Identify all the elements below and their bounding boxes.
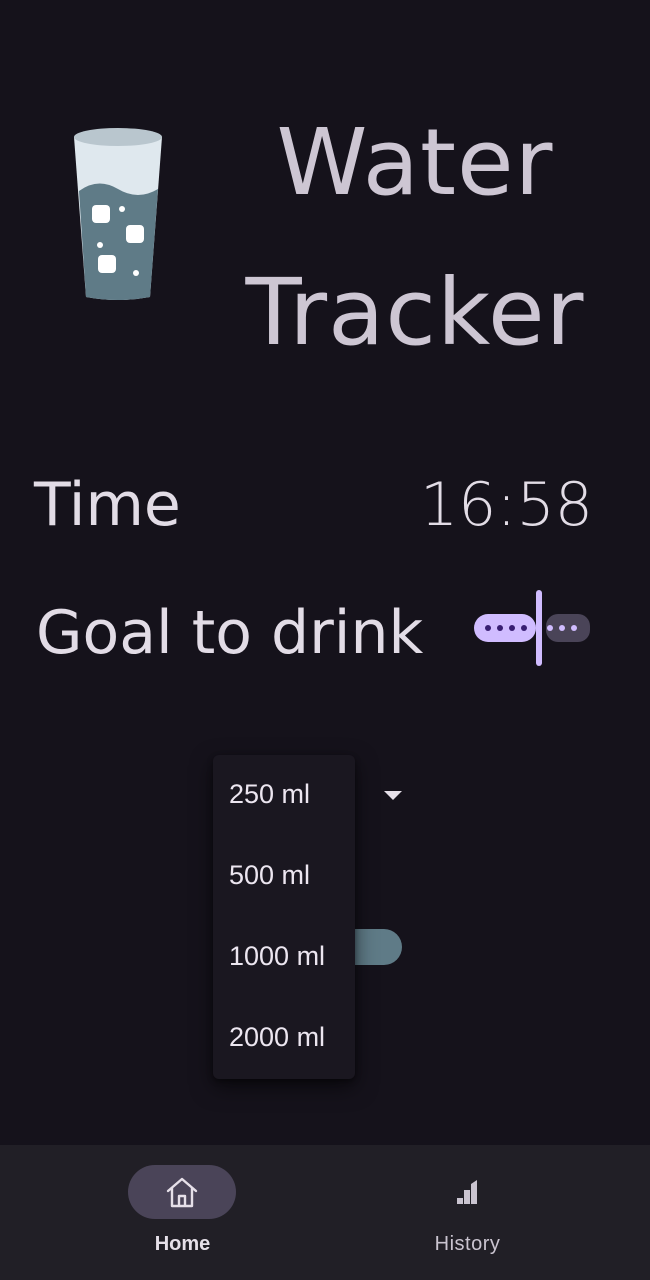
app-title-line2: Tracker: [245, 259, 585, 366]
goal-label: Goal to drink: [36, 598, 424, 668]
bottom-navigation: Home History: [0, 1145, 650, 1280]
menu-item-500[interactable]: 500 ml: [229, 860, 310, 891]
nav-item-home[interactable]: Home: [20, 1145, 345, 1280]
home-icon: [166, 1177, 198, 1208]
screen: Water Tracker Time 16:58 Goal to drink 2…: [0, 0, 650, 1280]
app-title: Water Tracker: [205, 88, 625, 388]
app-title-line1: Water: [276, 109, 554, 216]
slider-icon[interactable]: [470, 590, 594, 666]
nav-label-home: Home: [154, 1233, 211, 1255]
menu-item-250[interactable]: 250 ml: [229, 779, 310, 810]
water-glass-icon: [74, 128, 162, 300]
time-label: Time: [34, 470, 181, 540]
signal-bars-icon: [457, 1180, 477, 1204]
nav-item-history[interactable]: History: [305, 1145, 630, 1280]
time-value: 16:58: [420, 470, 593, 540]
menu-item-1000[interactable]: 1000 ml: [229, 941, 325, 972]
chevron-down-icon[interactable]: [384, 791, 402, 800]
nav-label-history: History: [434, 1233, 501, 1255]
amount-dropdown-menu: 250 ml 500 ml 1000 ml 2000 ml: [213, 755, 355, 1079]
menu-item-2000[interactable]: 2000 ml: [229, 1022, 325, 1053]
